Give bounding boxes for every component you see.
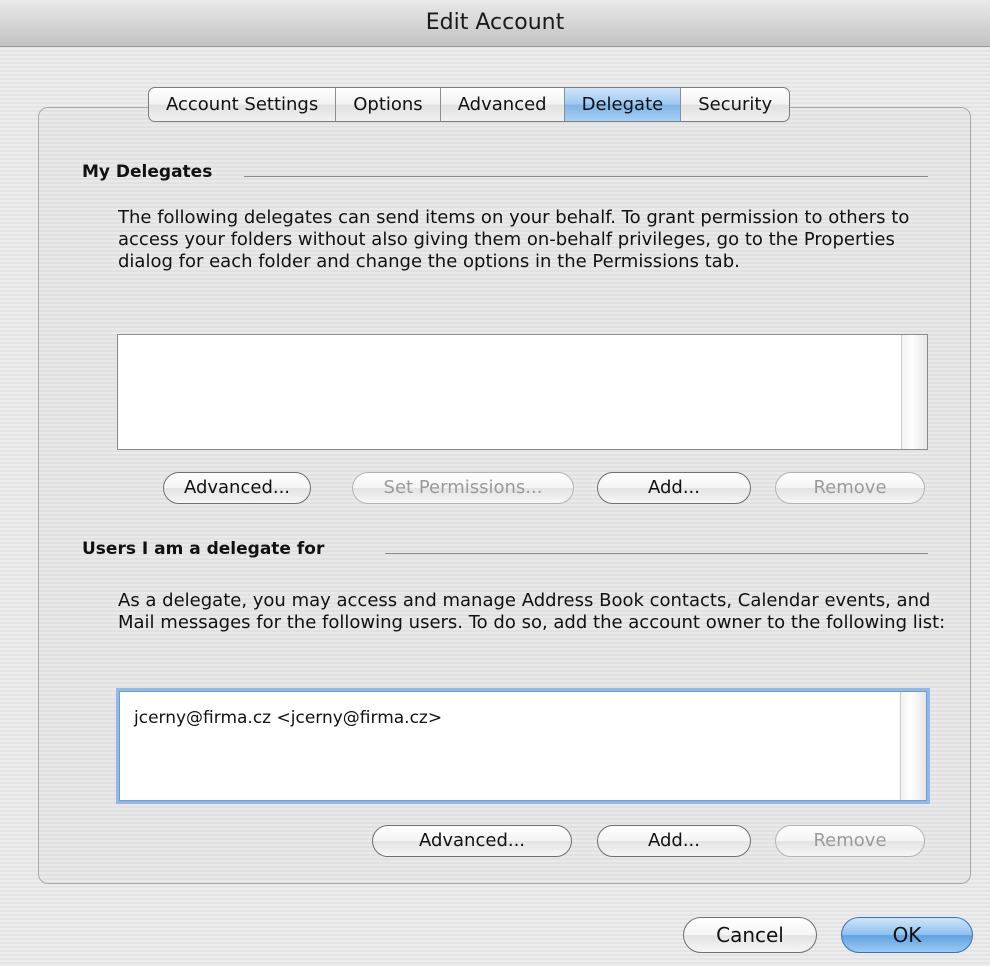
window-title: Edit Account [425,10,565,35]
my-delegates-add-button[interactable]: Add... [597,472,751,504]
title-bar: Edit Account [0,0,990,47]
my-delegates-remove-button[interactable]: Remove [775,472,925,504]
tab-delegate[interactable]: Delegate [564,88,682,121]
delegate-for-title: Users I am a delegate for [82,539,325,559]
tab-security[interactable]: Security [681,88,789,121]
delegate-for-description: As a delegate, you may access and manage… [118,590,946,633]
my-delegates-description: The following delegates can send items o… [118,207,910,272]
delegate-for-remove-button[interactable]: Remove [775,825,925,857]
my-delegates-title: My Delegates [82,162,213,182]
delegate-for-divider [385,553,928,554]
tab-panel: My Delegates The following delegates can… [38,107,971,884]
cancel-button[interactable]: Cancel [683,917,817,953]
tab-bar: Account Settings Options Advanced Delega… [148,87,791,122]
my-delegates-list[interactable] [117,334,928,450]
delegate-for-list[interactable]: jcerny@firma.cz <jcerny@firma.cz> [119,691,927,801]
set-permissions-button[interactable]: Set Permissions... [352,472,574,504]
my-delegates-divider [244,176,928,177]
tab-advanced[interactable]: Advanced [441,88,565,121]
delegate-for-scrollbar[interactable] [900,692,926,800]
delegate-for-add-button[interactable]: Add... [597,825,751,857]
list-item[interactable]: jcerny@firma.cz <jcerny@firma.cz> [134,708,442,728]
my-delegates-scrollbar[interactable] [901,335,927,449]
tab-options[interactable]: Options [336,88,441,121]
my-delegates-advanced-button[interactable]: Advanced... [163,472,311,504]
delegate-for-advanced-button[interactable]: Advanced... [372,825,572,857]
tab-account-settings[interactable]: Account Settings [149,88,337,121]
ok-button[interactable]: OK [841,917,973,953]
